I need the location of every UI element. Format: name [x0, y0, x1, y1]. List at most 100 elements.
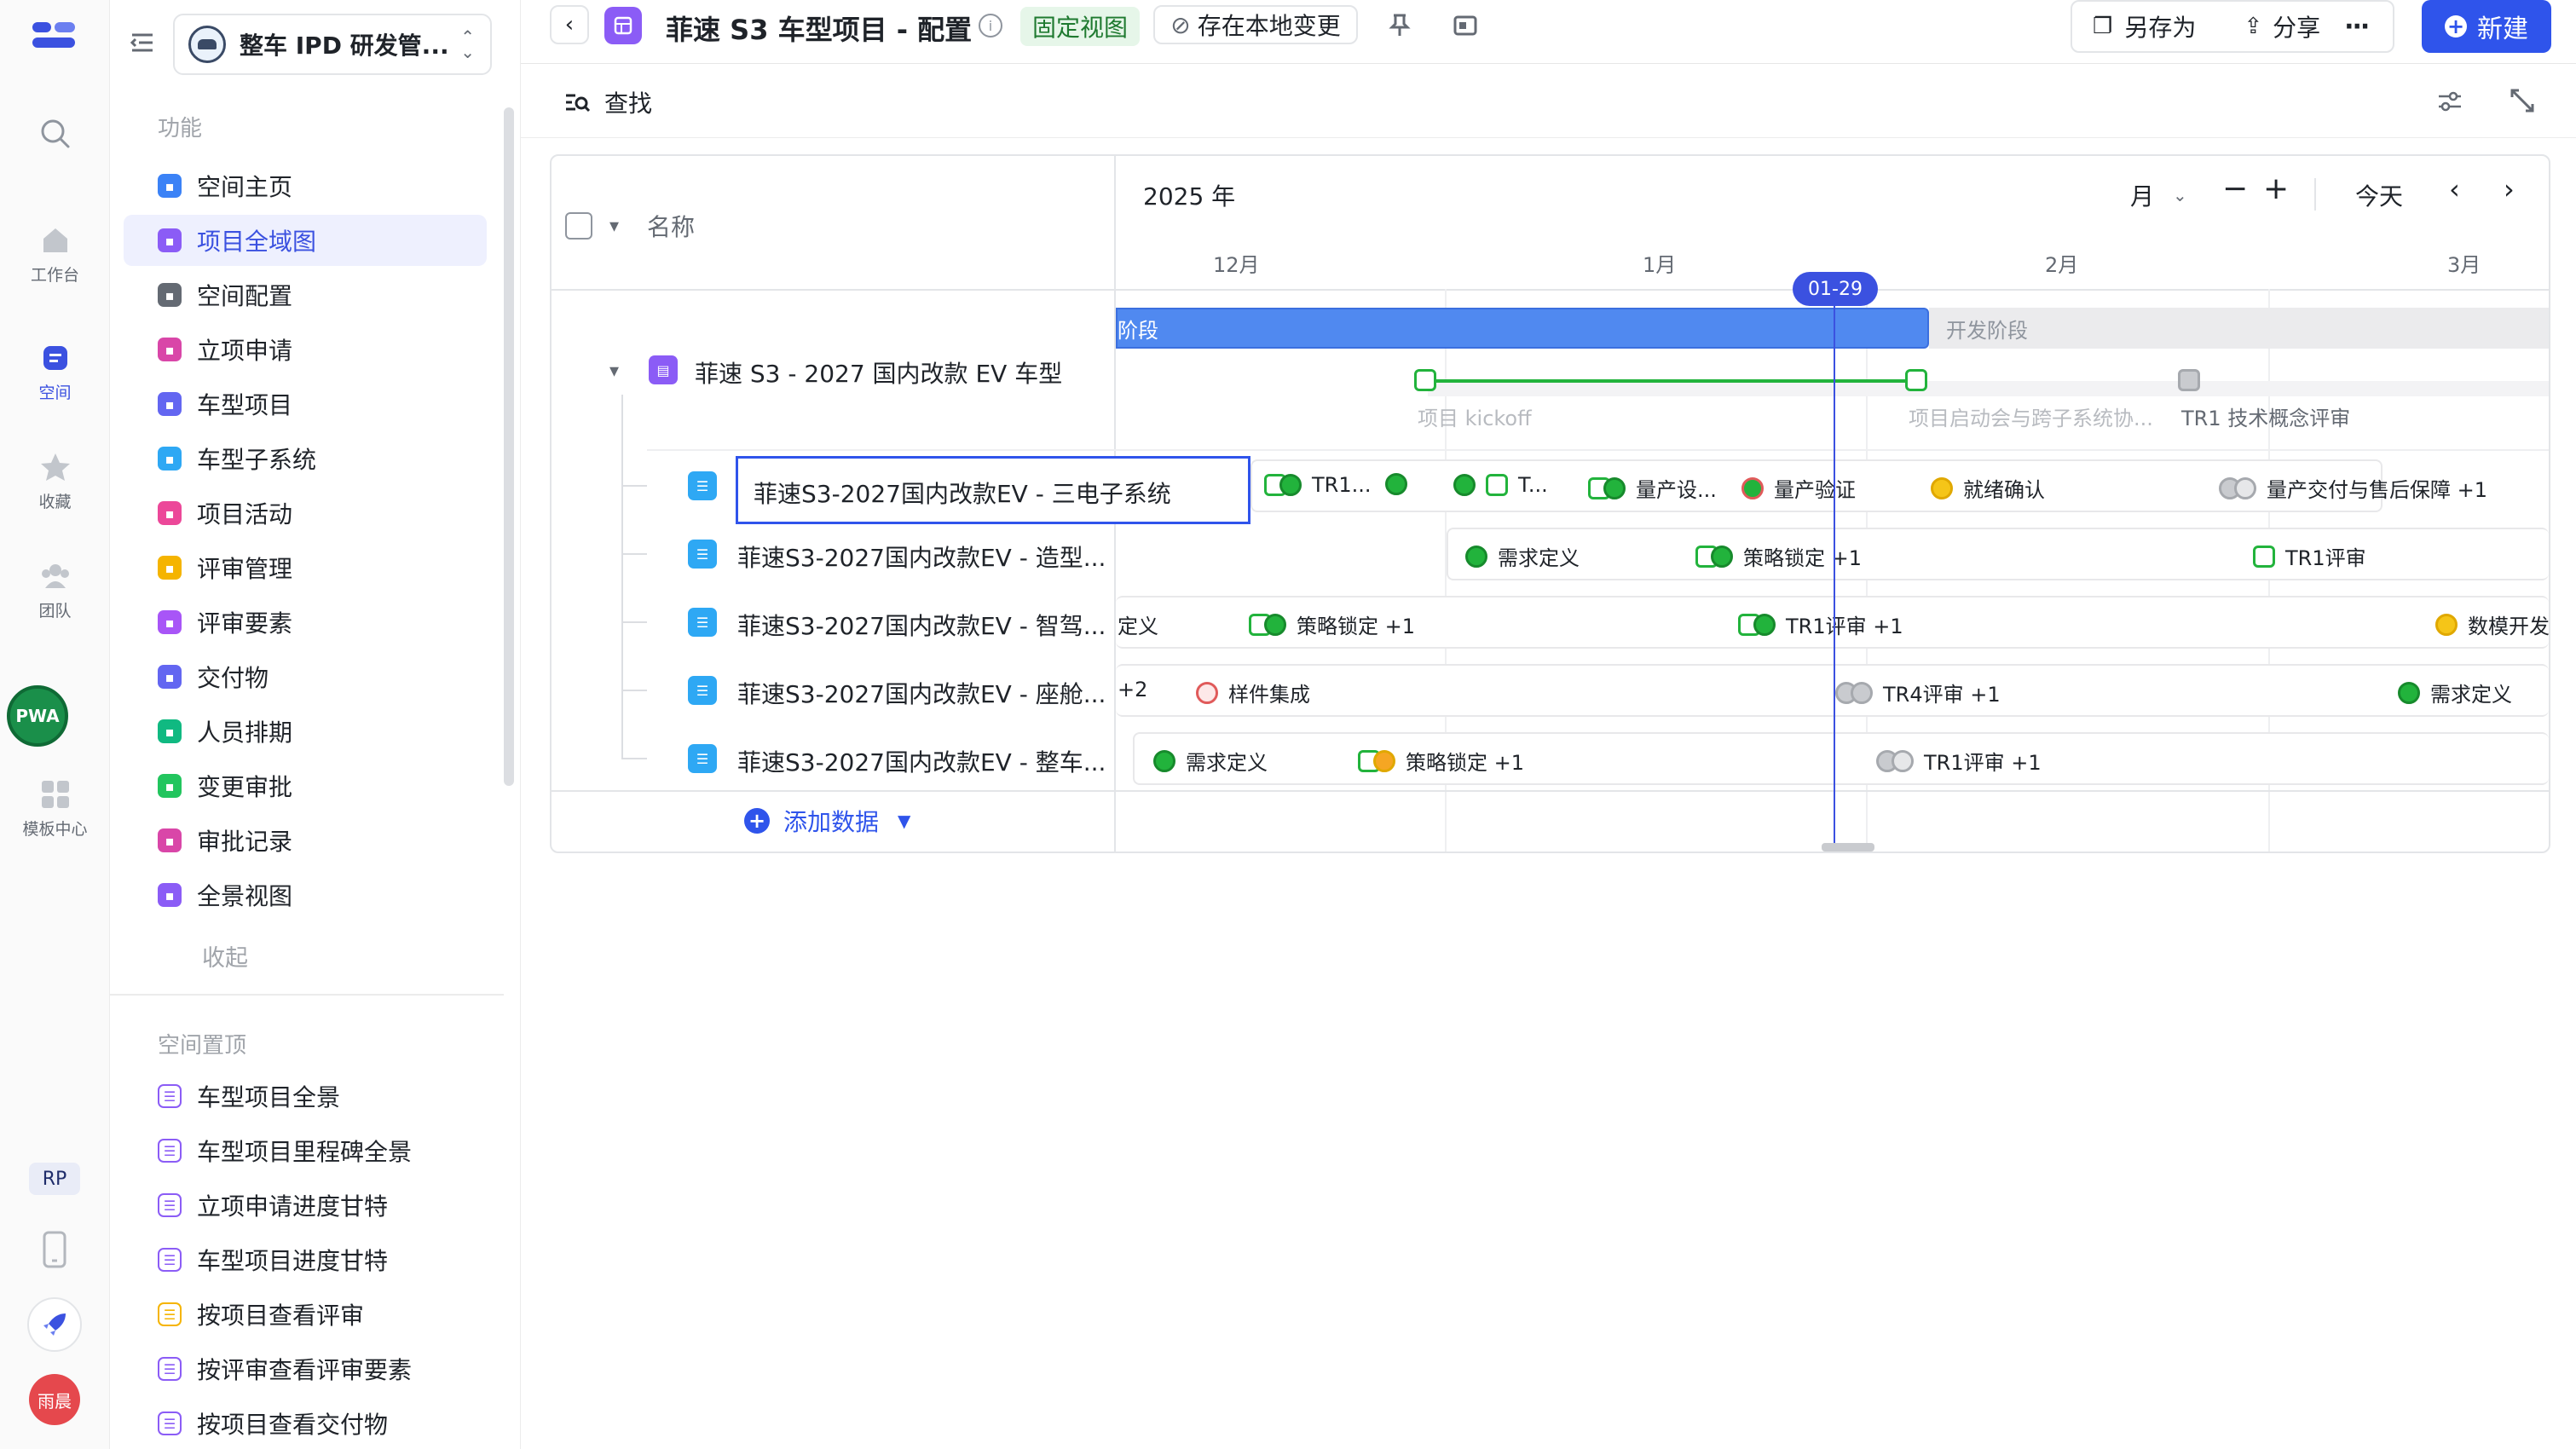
row5-bar[interactable] — [1133, 732, 2549, 785]
pwa-badge[interactable]: PWA — [7, 685, 68, 747]
sidebar-toggle-icon[interactable] — [129, 29, 156, 56]
row3-milestone[interactable]: 数模开发 — [2435, 609, 2550, 639]
panel-icon[interactable] — [1452, 12, 1479, 39]
row-name[interactable]: 菲速S3-2027国内改款EV - 座舱... — [737, 676, 1106, 710]
rail-favorites[interactable]: 收藏 — [0, 450, 110, 512]
sidebar-item-feature[interactable]: ▪ 项目活动 — [124, 488, 487, 539]
new-button[interactable]: + 新建 — [2422, 0, 2551, 53]
feature-icon: ▪ — [158, 501, 182, 525]
caret-down-icon[interactable]: ▼ — [898, 811, 910, 831]
sidebar-item-feature[interactable]: ▪ 评审要素 — [124, 597, 487, 648]
collapse-all-icon[interactable]: ▾ — [609, 216, 619, 237]
sidebar-item-feature[interactable]: ▪ 交付物 — [124, 651, 487, 702]
sidebar-item-feature[interactable]: ▪ 车型项目 — [124, 378, 487, 430]
search-icon[interactable] — [38, 116, 72, 150]
milestone-flag-icon[interactable] — [1414, 369, 1436, 391]
expand-icon[interactable] — [2507, 85, 2538, 116]
app-logo[interactable] — [31, 19, 78, 53]
select-all-checkbox[interactable] — [565, 212, 592, 240]
row-name-editing[interactable]: 菲速S3-2027国内改款EV - 三电子系统 — [736, 456, 1250, 524]
row1-milestone[interactable]: T... — [1453, 473, 1548, 497]
row5-milestone[interactable]: TR1评审 +1 — [1876, 746, 2042, 776]
more-icon[interactable]: ··· — [2344, 12, 2370, 42]
sidebar-item-feature[interactable]: ▪ 变更审批 — [124, 760, 487, 811]
sidebar-item-feature[interactable]: ▪ 审批记录 — [124, 815, 487, 866]
user-avatar[interactable]: 雨晨 — [29, 1374, 80, 1425]
row2-milestone[interactable]: 策略锁定 +1 — [1695, 541, 1862, 571]
row1-milestone[interactable]: 量产验证 — [1741, 473, 1856, 503]
sidebar-item-feature[interactable]: ▪ 立项申请 — [124, 324, 487, 375]
sidebar-item-pinned[interactable]: ☰ 车型项目全景 — [124, 1071, 487, 1122]
row5-milestone[interactable]: 策略锁定 +1 — [1358, 746, 1524, 776]
row1-milestone[interactable]: 就绪确认 — [1931, 473, 2045, 503]
filter-settings-icon[interactable] — [2435, 87, 2464, 116]
workspace-switcher[interactable]: 整车 IPD 研发管... ⌃ ⌄ — [173, 14, 492, 75]
sidebar-item-feature[interactable]: ▪ 空间主页 — [124, 160, 487, 211]
row4-milestone[interactable]: 样件集成 — [1196, 678, 1310, 707]
rail-team[interactable]: 团队 — [0, 559, 110, 621]
add-data-button[interactable]: + 添加数据 ▼ — [744, 804, 910, 838]
milestone-flag-icon[interactable] — [1905, 369, 1927, 391]
sidebar-item-feature[interactable]: ▪ 空间配置 — [124, 269, 487, 320]
row5-milestone[interactable]: 需求定义 — [1153, 746, 1268, 776]
row2-milestone[interactable]: 需求定义 — [1465, 541, 1580, 571]
zoom-in-button[interactable]: + — [2263, 171, 2289, 206]
sidebar-item-feature[interactable]: ▪ 车型子系统 — [124, 433, 487, 484]
scale-selector[interactable]: 月 ⌄ — [2130, 178, 2187, 212]
sidebar-item-pinned[interactable]: ☰ 车型项目进度甘特 — [124, 1234, 487, 1285]
milestone-flag-icon[interactable] — [2178, 369, 2200, 391]
zoom-out-button[interactable]: − — [2222, 171, 2248, 206]
row1-milestone[interactable]: TR1... — [1264, 473, 1372, 497]
mobile-icon[interactable] — [39, 1231, 70, 1268]
phase-bar-concept[interactable]: 阶段 — [1116, 308, 1929, 349]
rail-home[interactable]: 工作台 — [0, 223, 110, 286]
rail-templates[interactable]: 模板中心 — [0, 777, 110, 840]
row-name[interactable]: 菲速S3-2027国内改款EV - 造型... — [737, 540, 1106, 574]
collapse-link[interactable]: 收起 — [202, 939, 248, 973]
row4-milestone[interactable]: +2 — [1118, 678, 1147, 701]
find-label: 查找 — [604, 89, 653, 118]
info-icon[interactable]: i — [979, 14, 1002, 38]
share-label[interactable]: 分享 — [2273, 9, 2320, 43]
row1-milestone[interactable]: 量产设... — [1588, 473, 1717, 503]
sidebar-item-feature[interactable]: ▪ 评审管理 — [124, 542, 487, 593]
row3-milestone[interactable]: 策略锁定 +1 — [1249, 609, 1415, 639]
sidebar-item-pinned[interactable]: ☰ 立项申请进度甘特 — [124, 1180, 487, 1231]
row4-milestone[interactable]: 需求定义 — [2398, 678, 2512, 707]
rail-space[interactable]: 空间 — [0, 341, 110, 403]
find-button[interactable]: 查找 — [563, 85, 652, 119]
today-button[interactable]: 今天 — [2355, 178, 2403, 212]
pin-icon[interactable] — [1385, 10, 1414, 39]
rocket-icon[interactable] — [27, 1297, 82, 1352]
row2-bar[interactable] — [1447, 528, 2549, 580]
sidebar-item-pinned[interactable]: ☰ 车型项目里程碑全景 — [124, 1125, 487, 1176]
today-handle[interactable] — [1822, 843, 1874, 852]
row1-milestone[interactable]: 量产交付与售后保障 +1 — [2219, 473, 2487, 503]
row-name[interactable]: 菲速S3-2027国内改款EV - 智驾... — [737, 608, 1106, 642]
sidebar-item-feature[interactable]: ▪ 项目全域图 — [124, 215, 487, 266]
row3-milestone[interactable]: TR1评审 +1 — [1738, 609, 1903, 639]
row1-milestone[interactable] — [1385, 473, 1407, 495]
parent-row-name[interactable]: 菲速 S3 - 2027 国内改款 EV 车型 — [695, 355, 1062, 390]
sidebar-scrollbar[interactable] — [504, 107, 514, 786]
back-button[interactable]: ‹ — [550, 5, 589, 44]
sidebar-item-feature[interactable]: ▪ 全景视图 — [124, 869, 487, 921]
prev-arrow-icon[interactable]: ‹ — [2449, 173, 2460, 205]
row2-milestone[interactable]: TR1评审 — [2253, 541, 2366, 571]
fixed-view-tag[interactable]: 固定视图 — [1020, 7, 1141, 46]
sidebar-item-pinned[interactable]: ☰ 按项目查看评审 — [124, 1289, 487, 1340]
sidebar-item-pinned[interactable]: ☰ 按项目查看交付物 — [124, 1398, 487, 1449]
save-as-button[interactable]: ❐ 另存为 ⇪ 分享 ··· — [2071, 0, 2394, 53]
sidebar-item-feature[interactable]: ▪ 人员排期 — [124, 706, 487, 757]
save-local-button[interactable]: ⊘ 存在本地变更 — [1153, 5, 1358, 44]
rp-badge[interactable]: RP — [29, 1163, 80, 1195]
next-arrow-icon[interactable]: › — [2504, 173, 2515, 205]
row4-bar[interactable] — [1116, 664, 2549, 717]
tree-toggle-icon[interactable]: ▾ — [609, 361, 619, 382]
sidebar-item-pinned[interactable]: ☰ 按评审查看评审要素 — [124, 1343, 487, 1394]
row-name[interactable]: 菲速S3-2027国内改款EV - 整车... — [737, 744, 1106, 778]
month-1: 1月 — [1643, 253, 1677, 277]
row4-milestone[interactable]: TR4评审 +1 — [1835, 678, 2001, 707]
row3-milestone[interactable]: 定义 — [1118, 609, 1158, 639]
phase-bar-development[interactable]: 开发阶段 — [1929, 308, 2549, 349]
